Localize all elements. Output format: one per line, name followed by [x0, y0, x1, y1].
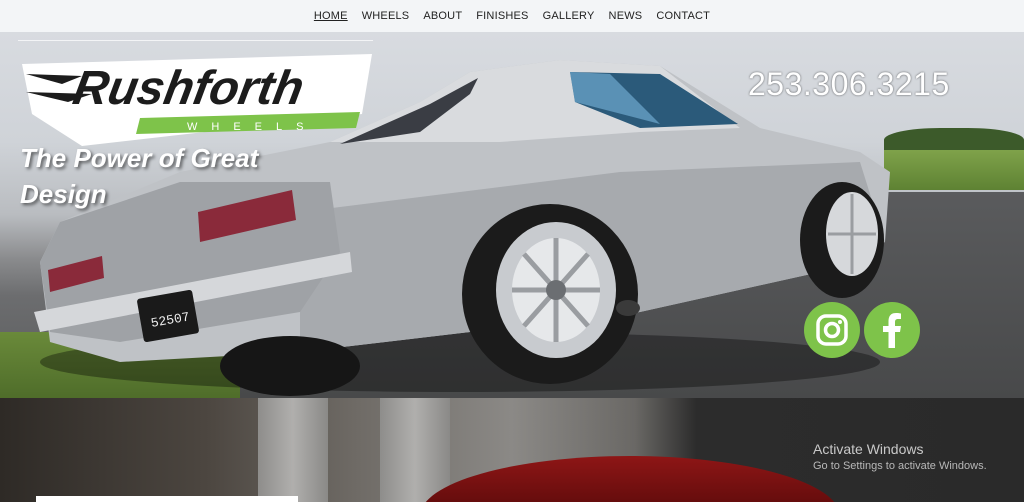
- nav-finishes[interactable]: FINISHES: [476, 10, 528, 22]
- bottom-white-strip: [36, 496, 298, 502]
- nav-home[interactable]: HOME: [314, 10, 348, 22]
- svg-text:Rushforth: Rushforth: [69, 61, 308, 115]
- facebook-icon: [883, 313, 901, 348]
- instagram-button[interactable]: [804, 302, 860, 358]
- phone-number[interactable]: 253.306.3215: [748, 66, 950, 103]
- hero-banner: 52507 Rushforth WHEELS The Power of Grea…: [0, 32, 1024, 398]
- header-divider-line: [18, 40, 373, 41]
- activation-subtitle: Go to Settings to activate Windows.: [813, 460, 987, 472]
- nav-gallery[interactable]: GALLERY: [543, 10, 595, 22]
- background-pillar: [380, 398, 450, 502]
- nav-contact[interactable]: CONTACT: [656, 10, 710, 22]
- red-car-image: [420, 456, 840, 502]
- activation-title: Activate Windows: [813, 441, 924, 457]
- windows-activation-notice: Activate Windows Go to Settings to activ…: [813, 440, 987, 474]
- background-pillar: [258, 398, 328, 502]
- rushforth-logo[interactable]: Rushforth WHEELS: [22, 54, 372, 146]
- nav-wheels[interactable]: WHEELS: [362, 10, 410, 22]
- hero-tagline: The Power of Great Design: [20, 143, 259, 209]
- nav-about[interactable]: ABOUT: [423, 10, 462, 22]
- nav-news[interactable]: NEWS: [609, 10, 643, 22]
- instagram-icon: [816, 314, 848, 346]
- svg-text:WHEELS: WHEELS: [187, 121, 317, 133]
- facebook-button[interactable]: [864, 302, 920, 358]
- top-nav: HOME WHEELS ABOUT FINISHES GALLERY NEWS …: [0, 0, 1024, 32]
